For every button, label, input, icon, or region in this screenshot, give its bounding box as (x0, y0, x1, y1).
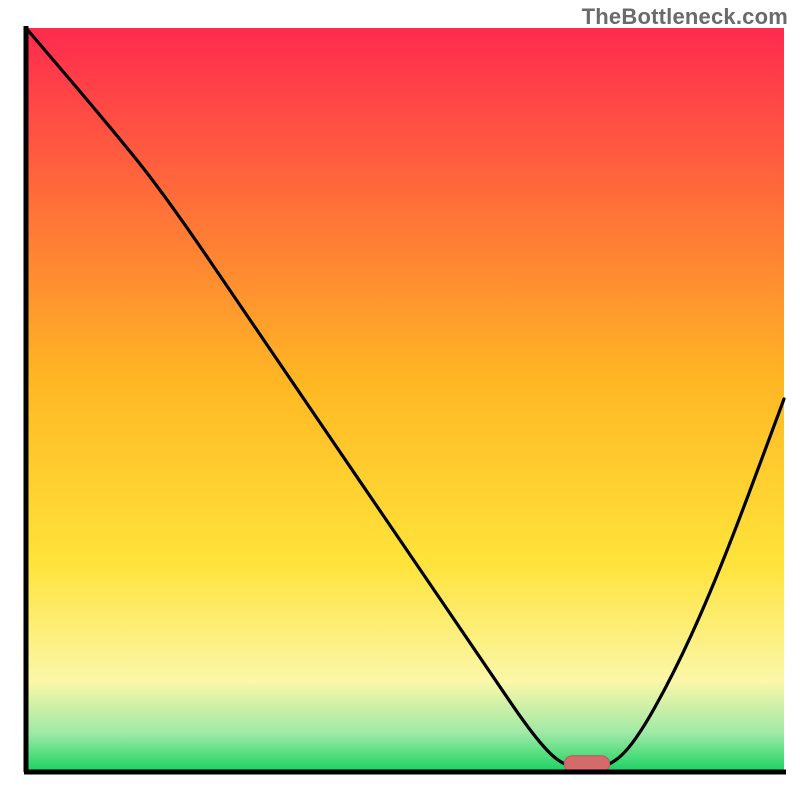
chart-stage: TheBottleneck.com (0, 0, 800, 800)
watermark-text: TheBottleneck.com (582, 4, 788, 30)
chart-svg (0, 0, 800, 800)
plot-background (26, 28, 784, 770)
